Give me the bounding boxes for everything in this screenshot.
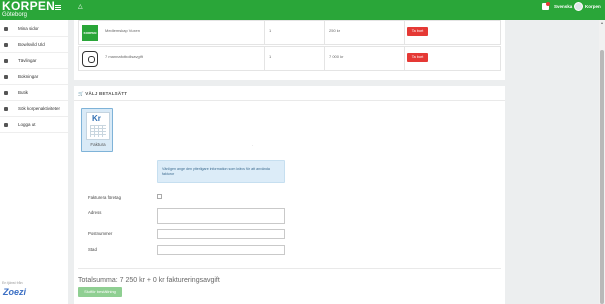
column-divider — [264, 47, 265, 70]
product-price: 250 kr — [329, 28, 341, 33]
cart-icon — [4, 91, 8, 95]
sidebar-item-mina-sidor[interactable]: Mina sidor — [0, 21, 68, 37]
product-price: 7 000 kr — [329, 54, 344, 59]
top-bar: KORPEN Göteborg △ Svenska Korpen — [0, 0, 605, 20]
pin-icon — [4, 75, 8, 79]
search-icon — [4, 107, 8, 111]
sidebar-item-label: Mina sidor — [18, 26, 39, 31]
sidebar-item-label: Tävlingar — [18, 58, 37, 63]
clock-icon — [82, 51, 98, 67]
product-name: Medlemskap Vuxen — [105, 28, 140, 33]
user-name[interactable]: Korpen — [585, 4, 601, 10]
footer-text: En tjänst från — [2, 281, 23, 285]
column-divider — [324, 47, 325, 70]
payment-option-label: Faktura — [90, 142, 106, 147]
city-field[interactable] — [157, 245, 285, 255]
product-quantity: 1 — [269, 54, 272, 59]
sidebar-item-label: Sök korpenaktiviteter — [18, 106, 61, 111]
complete-order-button[interactable]: Slutför beställning — [78, 287, 122, 297]
column-divider — [404, 47, 405, 70]
divider — [78, 268, 501, 269]
scroll-up-icon[interactable]: ▴ — [600, 21, 604, 25]
sidebar-item-sok[interactable]: Sök korpenaktiviteter — [0, 101, 68, 117]
person-icon — [4, 27, 8, 31]
table-row: KORPEN Medlemskap Vuxen 1 250 kr Ta bort — [78, 20, 501, 45]
company-label: Fakturera företag — [88, 195, 121, 200]
sidebar-item-label: Logga ut — [18, 122, 36, 127]
sidebar-item-logga-ut[interactable]: Logga ut — [0, 117, 68, 133]
table-row: 7 mannafotbollsavgift 1 7 000 kr Ta bort — [78, 46, 501, 71]
address-field[interactable] — [157, 208, 285, 224]
cart-table: KORPEN Medlemskap Vuxen 1 250 kr Ta bort… — [74, 20, 505, 80]
avatar[interactable] — [574, 2, 583, 11]
invoice-icon-grid — [90, 125, 106, 137]
payment-section-title: 🛒 VÄLJ BETALSÄTT — [78, 91, 128, 96]
menu-icon[interactable] — [55, 5, 61, 10]
scrollbar-thumb[interactable] — [600, 50, 604, 304]
company-checkbox[interactable] — [157, 194, 162, 199]
group-icon — [4, 43, 8, 47]
column-divider — [324, 21, 325, 44]
product-name: 7 mannafotbollsavgift — [105, 54, 143, 59]
column-divider — [404, 21, 405, 44]
sidebar-item-butik[interactable]: Butik — [0, 85, 68, 101]
divider — [74, 100, 505, 101]
sidebar-item-bokningar[interactable]: Bokningar — [0, 69, 68, 85]
order-total: Totalsumma: 7 250 kr + 0 kr fakturerings… — [78, 277, 220, 284]
bell-icon[interactable]: △ — [78, 4, 83, 10]
city-label: Stad — [88, 247, 97, 252]
sidebar-item-label: Bokningar — [18, 74, 39, 79]
sidebar-item-team[interactable]: Bowlsvild Uld — [0, 37, 68, 53]
invoice-icon: Kr — [86, 112, 110, 140]
language-selector[interactable]: Svenska — [554, 4, 572, 10]
invoice-icon-text: Kr — [92, 114, 101, 123]
info-text: Vänligen ange den ytterligare informatio… — [162, 167, 270, 176]
postal-code-field[interactable] — [157, 229, 285, 239]
sidebar-item-label: Butik — [18, 90, 29, 95]
remove-button[interactable]: Ta bort — [407, 53, 428, 62]
power-icon — [4, 123, 8, 127]
payment-card — [74, 86, 505, 304]
loading-dot: . — [252, 142, 254, 147]
zoezi-logo[interactable]: Zoezi — [3, 287, 26, 297]
cart-badge — [546, 2, 550, 6]
sidebar-item-label: Bowlsvild Uld — [18, 42, 45, 47]
product-quantity: 1 — [269, 28, 272, 33]
sidebar: Mina sidor Bowlsvild Uld Tävlingar Bokni… — [0, 20, 68, 304]
product-thumbnail: KORPEN — [82, 25, 98, 41]
info-alert: Vänligen ange den ytterligare informatio… — [157, 160, 285, 183]
logo-subtitle: Göteborg — [2, 12, 28, 18]
logo[interactable]: KORPEN — [2, 0, 55, 12]
payment-option-invoice[interactable]: Kr Faktura — [81, 108, 113, 152]
sidebar-item-tavlingar[interactable]: Tävlingar — [0, 53, 68, 69]
trophy-icon — [4, 59, 8, 63]
postal-label: Postnummer — [88, 231, 113, 236]
column-divider — [264, 21, 265, 44]
address-label: Adress — [88, 210, 102, 215]
remove-button[interactable]: Ta bort — [407, 27, 428, 36]
payment-header-text: VÄLJ BETALSÄTT — [85, 91, 128, 96]
